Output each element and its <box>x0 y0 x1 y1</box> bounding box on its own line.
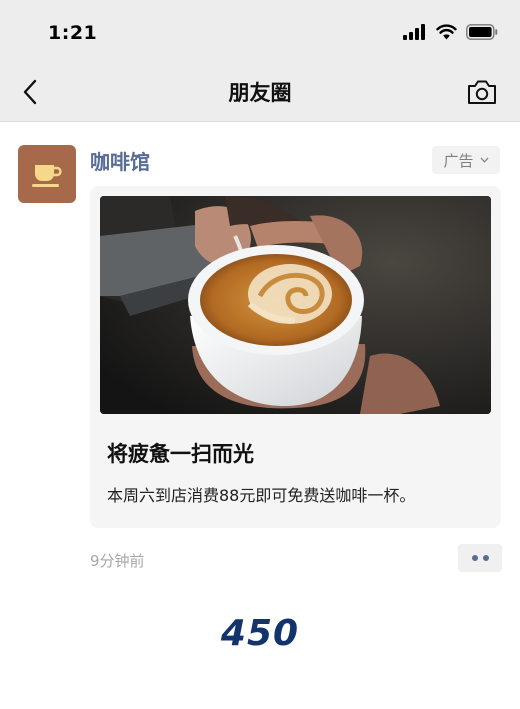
post-author[interactable]: 咖啡馆 <box>90 146 150 175</box>
more-dots-icon <box>471 555 478 561</box>
chevron-down-icon <box>480 157 488 163</box>
ad-card[interactable]: 将疲惫一扫而光 本周六到店消费88元即可免费送咖啡一杯。 <box>90 186 501 528</box>
avatar[interactable] <box>18 145 76 203</box>
more-dot <box>482 555 489 561</box>
page-title: 朋友圈 <box>228 81 292 105</box>
nav-bar: 朋友圈 <box>0 62 520 122</box>
status-bar: 1:21 <box>0 0 520 62</box>
cellular-signal-icon <box>403 24 425 40</box>
camera-button[interactable] <box>466 78 498 106</box>
latte-art-image <box>100 196 491 414</box>
overlay-number: 450 <box>220 613 300 654</box>
ad-label: 广告 <box>443 151 474 170</box>
status-time: 1:21 <box>48 22 98 44</box>
post-time: 9分钟前 <box>90 552 145 570</box>
card-description: 本周六到店消费88元即可免费送咖啡一杯。 <box>107 486 416 505</box>
coffee-cup-icon <box>32 165 62 187</box>
battery-icon <box>466 24 498 40</box>
wifi-icon <box>436 24 457 40</box>
more-button[interactable] <box>458 544 502 572</box>
ad-label-button[interactable]: 广告 <box>432 146 500 174</box>
camera-icon <box>468 80 496 104</box>
card-title: 将疲惫一扫而光 <box>107 442 254 466</box>
status-icons <box>403 22 498 42</box>
